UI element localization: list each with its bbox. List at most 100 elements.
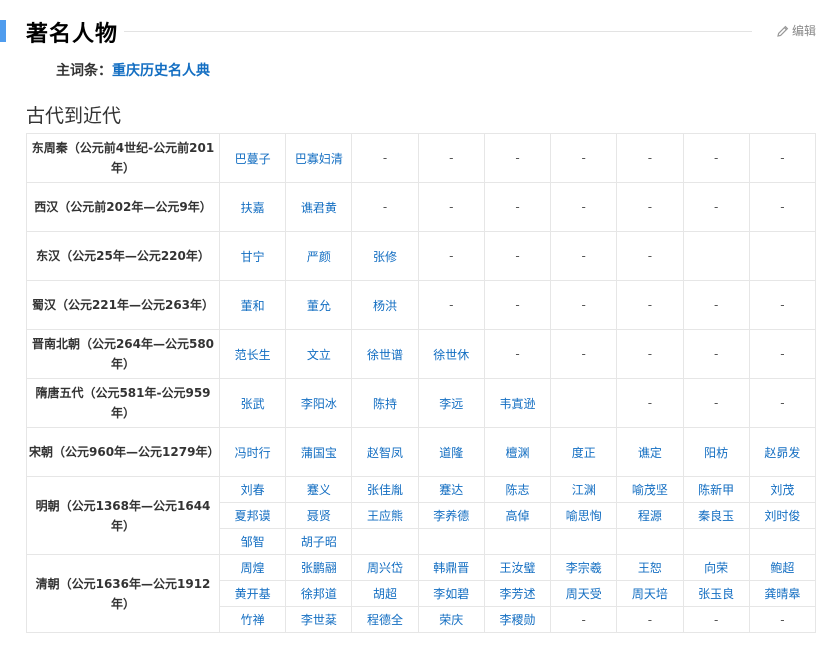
person-link[interactable]: 谯定 [616,427,684,477]
person-link[interactable]: 王恕 [616,554,684,581]
person-link[interactable]: 张修 [351,231,419,281]
person-link[interactable]: 陈新甲 [682,476,750,503]
person-link[interactable]: 刘茂 [748,476,817,503]
person-link[interactable]: 李如碧 [417,580,485,607]
person-link[interactable]: 喻思恂 [550,502,618,529]
person-link[interactable]: 胡子昭 [285,528,353,555]
placeholder-cell: - [748,329,817,379]
main-entry-link[interactable]: 重庆历史名人典 [112,63,210,79]
person-link[interactable]: 严颜 [285,231,353,281]
person-link[interactable]: 蒲国宝 [285,427,353,477]
person-link[interactable]: 徐邦道 [285,580,353,607]
edit-button[interactable]: 编辑 [777,22,816,39]
person-link[interactable]: 李芳述 [483,580,552,607]
person-link[interactable]: 谯君黄 [285,182,353,232]
table-row: 东周秦（公元前4世纪-公元前201年） 巴蔓子 巴寡妇清 - - - - - - - [26,133,817,183]
placeholder-cell: - [550,606,618,633]
table-row: 清朝（公元1636年—公元1912年） 周煌 张鹏翮 周兴岱 韩鼎晋 王汝璧 李宗羲 王恕 向荣… [26,554,817,633]
person-link[interactable]: 韩鼎晋 [417,554,485,581]
person-link[interactable]: 蹇义 [285,476,353,503]
person-link[interactable]: 阳枋 [682,427,750,477]
person-link[interactable]: 张武 [218,378,287,428]
person-link[interactable]: 黄开基 [218,580,287,607]
person-link[interactable]: 胡超 [351,580,419,607]
person-link[interactable]: 韦寘逊 [483,378,552,428]
person-link[interactable]: 扶嘉 [218,182,287,232]
era-label: 明朝（公元1368年—公元1644年） [26,476,220,555]
placeholder-cell: - [483,133,552,183]
placeholder-cell: - [550,182,618,232]
empty-cell [483,528,552,555]
person-link[interactable]: 张鹏翮 [285,554,353,581]
person-link[interactable]: 范长生 [218,329,287,379]
person-link[interactable]: 聂贤 [285,502,353,529]
person-link[interactable]: 道隆 [417,427,485,477]
person-link[interactable]: 李养德 [417,502,485,529]
person-link[interactable]: 喻茂坚 [616,476,684,503]
era-label: 蜀汉（公元221年—公元263年） [26,280,220,330]
table-row: 明朝（公元1368年—公元1644年） 刘春 蹇义 张佳胤 蹇达 陈志 江渊 喻茂坚 陈新甲 刘茂 [26,476,817,555]
person-link[interactable]: 甘宁 [218,231,287,281]
placeholder-cell: - [351,182,419,232]
person-link[interactable]: 王汝璧 [483,554,552,581]
person-link[interactable]: 巴寡妇清 [285,133,353,183]
era-label: 西汉（公元前202年—公元9年） [26,182,220,232]
person-link[interactable]: 文立 [285,329,353,379]
person-link[interactable]: 李稷勋 [483,606,552,633]
person-link[interactable]: 杨洪 [351,280,419,330]
person-link[interactable]: 徐世休 [417,329,485,379]
person-link[interactable]: 李远 [417,378,485,428]
person-link[interactable]: 周天受 [550,580,618,607]
person-link[interactable]: 冯时行 [218,427,287,477]
person-link[interactable]: 竹禅 [218,606,287,633]
person-link[interactable]: 周煌 [218,554,287,581]
person-link[interactable]: 高倬 [483,502,552,529]
placeholder-cell: - [417,182,485,232]
placeholder-cell: - [682,378,750,428]
section-accent-bar [0,20,6,42]
person-link[interactable]: 王应熊 [351,502,419,529]
person-link[interactable]: 江渊 [550,476,618,503]
person-link[interactable]: 陈持 [351,378,419,428]
person-link[interactable]: 度正 [550,427,618,477]
empty-cell [550,378,618,428]
person-link[interactable]: 周天培 [616,580,684,607]
person-link[interactable]: 程源 [616,502,684,529]
person-link[interactable]: 李世棻 [285,606,353,633]
person-link[interactable]: 夏邦谟 [218,502,287,529]
person-link[interactable]: 陈志 [483,476,552,503]
person-link[interactable]: 刘时俊 [748,502,817,529]
table-row: 隋唐五代（公元581年-公元959年） 张武 李阳冰 陈持 李远 韦寘逊 - - - [26,378,817,428]
person-link[interactable]: 李宗羲 [550,554,618,581]
person-link[interactable]: 檀渊 [483,427,552,477]
person-link[interactable]: 周兴岱 [351,554,419,581]
person-link[interactable]: 张佳胤 [351,476,419,503]
person-link[interactable]: 徐世谱 [351,329,419,379]
era-label: 晋南北朝（公元264年—公元580年） [26,329,220,379]
era-label: 东周秦（公元前4世纪-公元前201年） [26,133,220,183]
person-link[interactable]: 巴蔓子 [218,133,287,183]
empty-cell [550,528,618,555]
placeholder-cell: - [616,280,684,330]
person-link[interactable]: 刘春 [218,476,287,503]
person-link[interactable]: 程德全 [351,606,419,633]
person-link[interactable]: 蹇达 [417,476,485,503]
person-link[interactable]: 鲍超 [748,554,817,581]
person-link[interactable]: 龚晴皋 [748,580,817,607]
pencil-icon [777,25,789,37]
placeholder-cell: - [682,182,750,232]
person-link[interactable]: 秦良玉 [682,502,750,529]
empty-cell [351,528,419,555]
person-link[interactable]: 董和 [218,280,287,330]
empty-cell [616,528,684,555]
person-link[interactable]: 邹智 [218,528,287,555]
empty-cell [682,231,750,281]
person-link[interactable]: 向荣 [682,554,750,581]
person-link[interactable]: 张玉良 [682,580,750,607]
person-link[interactable]: 李阳冰 [285,378,353,428]
person-link[interactable]: 赵昴发 [748,427,817,477]
person-link[interactable]: 董允 [285,280,353,330]
era-label: 东汉（公元25年—公元220年） [26,231,220,281]
person-link[interactable]: 赵智凤 [351,427,419,477]
person-link[interactable]: 荣庆 [417,606,485,633]
